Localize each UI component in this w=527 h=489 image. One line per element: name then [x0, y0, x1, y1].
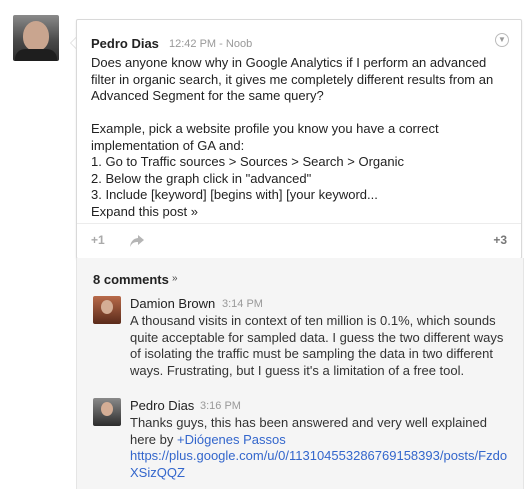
commenter-name[interactable]: Damion Brown — [130, 296, 215, 311]
comment-item: Pedro Dias 3:16 PM Thanks guys, this has… — [93, 398, 513, 484]
post-actions: +1 +3 — [77, 223, 521, 258]
chevron-down-icon[interactable]: ▼ — [495, 33, 509, 47]
post-author[interactable]: Pedro Dias — [91, 36, 159, 51]
avatar-shirt — [15, 49, 57, 61]
post-text: Does anyone know why in Google Analytics… — [91, 55, 494, 202]
comments-section: 8 comments » Damion Brown 3:14 PM A thou… — [76, 258, 524, 489]
post-visibility[interactable]: Noob — [226, 38, 252, 50]
commenter-avatar[interactable] — [93, 398, 121, 426]
commenter-avatar[interactable] — [93, 296, 121, 324]
comment-text: A thousand visits in context of ten mill… — [130, 313, 504, 378]
post-timestamp[interactable]: 12:42 PM — [169, 38, 216, 50]
meta-separator: - — [219, 38, 226, 50]
comment-text: Thanks guys, this has been answered and … — [130, 415, 510, 481]
share-icon[interactable] — [129, 234, 145, 248]
post-meta: 12:42 PM - Noob — [169, 38, 252, 50]
mention-link[interactable]: +Diógenes Passos — [177, 432, 286, 447]
avatar-face — [23, 21, 49, 51]
post-body: Does anyone know why in Google Analytics… — [91, 55, 511, 220]
expand-comments-icon[interactable]: » — [172, 273, 178, 284]
author-avatar[interactable] — [13, 15, 59, 61]
comment-timestamp[interactable]: 3:14 PM — [222, 298, 263, 310]
plus-count[interactable]: +3 — [493, 233, 507, 247]
plus-one-button[interactable]: +1 — [91, 233, 105, 247]
commenter-name[interactable]: Pedro Dias — [130, 398, 194, 413]
post-card: Pedro Dias 12:42 PM - Noob ▼ Does anyone… — [76, 19, 522, 259]
expand-post-link[interactable]: Expand this post » — [91, 204, 198, 219]
comment-item: Damion Brown 3:14 PM A thousand visits i… — [93, 296, 513, 380]
comment-timestamp[interactable]: 3:16 PM — [200, 400, 241, 412]
comments-count[interactable]: 8 comments — [93, 272, 169, 287]
post-url-link[interactable]: https://plus.google.com/u/0/113104553286… — [130, 448, 507, 480]
